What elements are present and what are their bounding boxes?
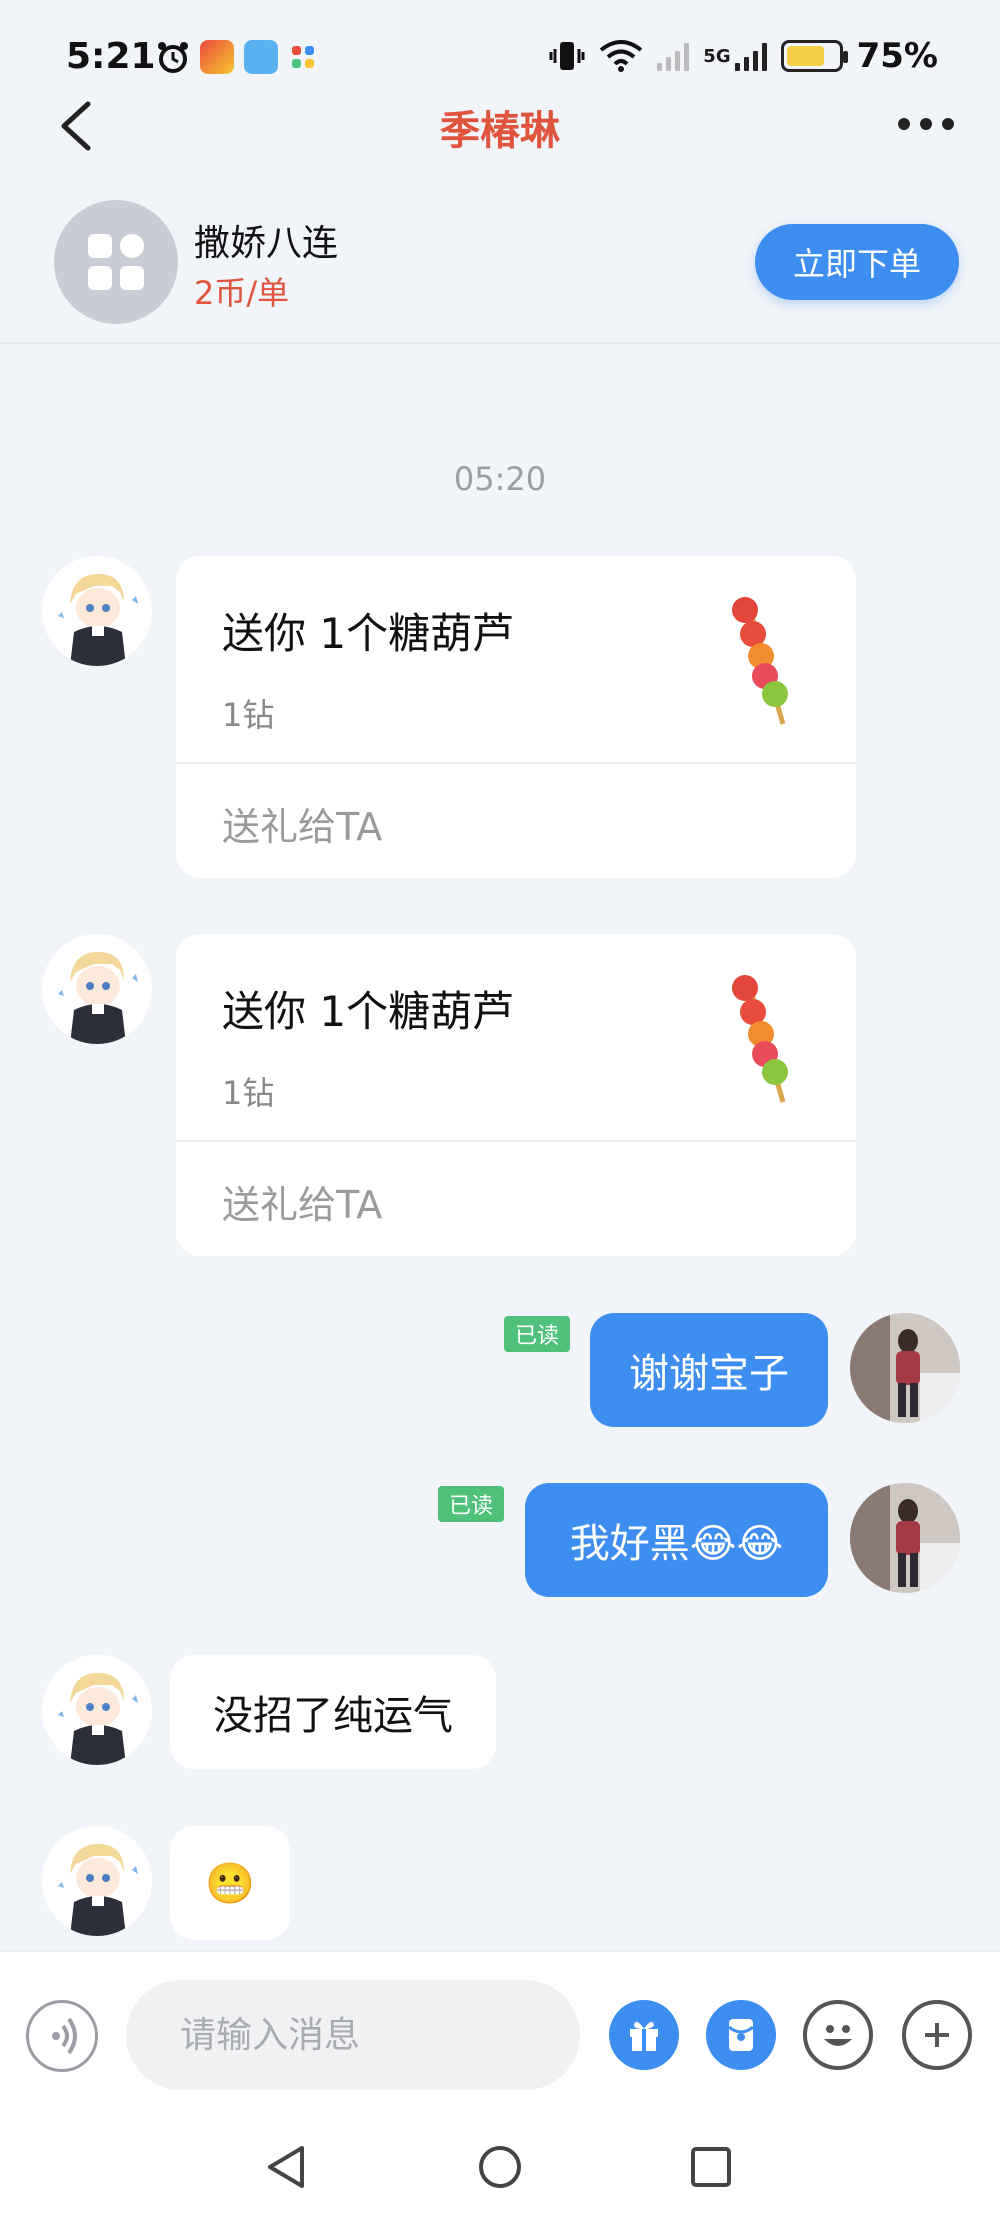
product-name: 撒娇八连 [194,223,339,264]
anime-avatar-image [42,556,152,666]
contact-avatar[interactable] [42,1655,152,1765]
wifi-icon [600,40,643,72]
vibrate-icon [549,42,585,70]
message-timestamp: 05:20 [453,460,547,498]
message-input[interactable] [126,1980,580,2090]
more-options-icon[interactable] [898,118,954,130]
gift-title: 送你 1个糖葫芦 [222,987,515,1036]
outgoing-message[interactable]: 谢谢宝子 [590,1313,828,1427]
system-navigation-bar [0,2112,1000,2220]
anime-avatar-image [42,1655,152,1765]
status-notification-icons [156,40,318,74]
battery-icon [780,40,848,72]
user-photo-image [850,1483,960,1593]
battery-fill [786,46,825,66]
signal-sim2-icon [734,41,767,71]
incoming-message[interactable]: 😬 [170,1826,290,1940]
gift-card[interactable]: 送你 1个糖葫芦 1钻 送礼给TA [176,934,856,1256]
contact-avatar[interactable] [42,556,152,666]
order-now-button[interactable]: 立即下单 [755,224,959,300]
anime-avatar-image [42,934,152,1044]
alarm-icon [158,42,188,73]
gift-icon[interactable] [609,2000,679,2070]
status-system-icons: 5G 75% [549,36,938,76]
red-packet-icon[interactable] [706,2000,776,2070]
read-receipt-badge: 已读 [438,1486,504,1522]
gift-card[interactable]: 送你 1个糖葫芦 1钻 送礼给TA [176,556,856,878]
signal-sim1-icon [657,41,690,71]
header-divider [0,342,1000,344]
nav-home-icon[interactable] [477,2144,523,2190]
status-time: 5:21 [66,36,156,77]
my-avatar[interactable] [850,1483,960,1593]
anime-avatar-image [42,1826,152,1936]
my-avatar[interactable] [850,1313,960,1423]
nav-back-icon[interactable] [264,2144,308,2190]
chat-title: 季椿琳 [440,108,560,154]
gift-divider [176,762,856,764]
send-gift-link[interactable]: 送礼给TA [222,1174,382,1229]
message-input-bar [0,1950,1000,2112]
product-thumbnail[interactable] [54,200,178,324]
network-type-label: 5G [703,45,731,67]
candied-haws-icon [732,597,788,725]
user-photo-image [850,1313,960,1423]
gift-amount: 1钻 [222,696,275,734]
app-icon-game [200,40,234,74]
nav-recents-icon[interactable] [690,2146,732,2188]
product-price: 2币/单 [194,274,290,312]
gift-title: 送你 1个糖葫芦 [222,609,515,658]
emoji-icon[interactable] [803,2000,873,2070]
voice-input-icon[interactable] [26,2000,98,2072]
read-receipt-badge: 已读 [504,1316,570,1352]
contact-avatar[interactable] [42,934,152,1044]
candied-haws-icon [732,975,788,1103]
add-more-icon[interactable] [902,2000,972,2070]
battery-percent: 75% [856,36,938,76]
send-gift-link[interactable]: 送礼给TA [222,796,382,851]
gift-amount: 1钻 [222,1074,275,1112]
contact-avatar[interactable] [42,1826,152,1936]
app-icon-pinwheel [292,46,314,68]
outgoing-message[interactable]: 我好黑😂😂 [525,1483,828,1597]
incoming-message[interactable]: 没招了纯运气 [170,1655,496,1769]
app-icon-bird [244,40,278,74]
grid-icon [88,234,144,290]
gift-divider [176,1140,856,1142]
